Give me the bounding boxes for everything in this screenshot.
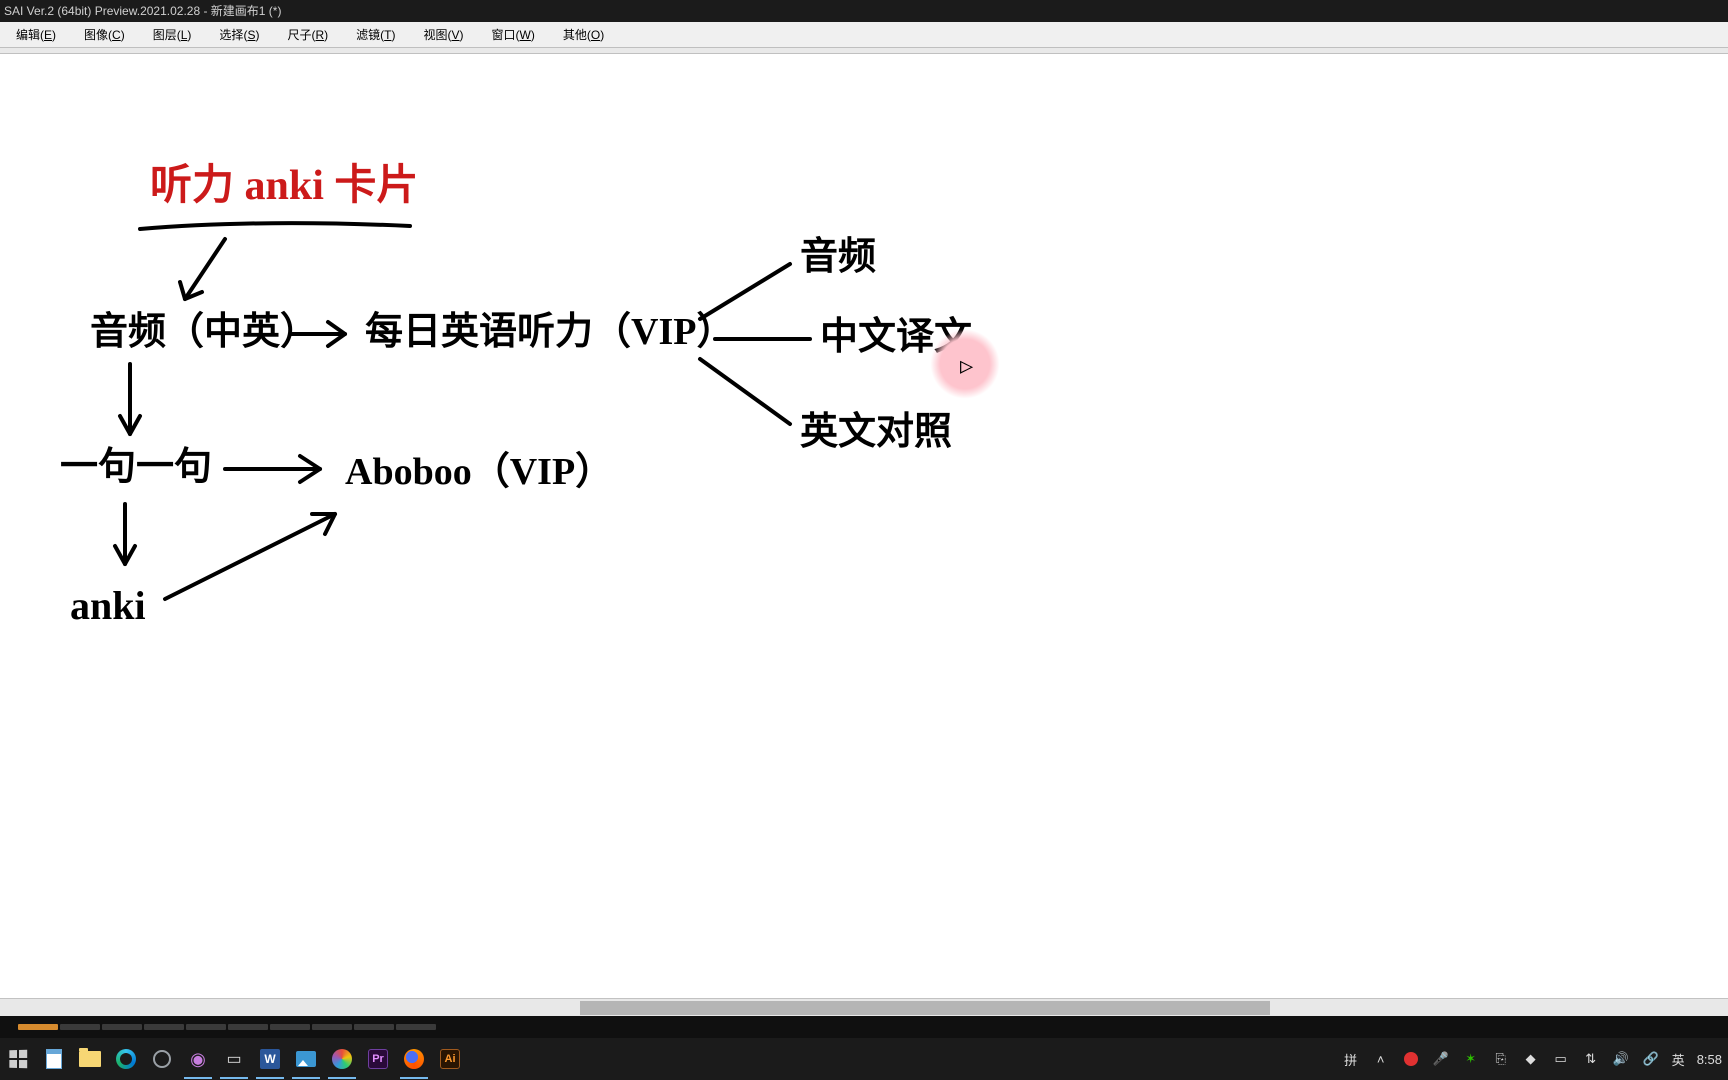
menu-window[interactable]: 窗口(W) <box>478 26 549 43</box>
tray-battery-icon[interactable]: ▭ <box>1552 1050 1570 1068</box>
system-tray: 拼 ˄ 🎤 ✶ ⎘ ◆ ▭ ⇅ 🔊 🔗 英 8:58 <box>1342 1050 1728 1069</box>
cortana-icon <box>153 1050 171 1068</box>
hand-aboboo: Aboboo（VIP） <box>345 451 613 493</box>
scrollbar-thumb[interactable] <box>580 1001 1270 1015</box>
tray-network-icon[interactable]: ⇅ <box>1582 1050 1600 1068</box>
taskbar: ◉ ▭ W Pr Ai 拼 ˄ 🎤 ✶ ⎘ ◆ ▭ ⇅ 🔊 🔗 英 8:58 <box>0 1038 1728 1080</box>
taskbar-app2[interactable]: ▭ <box>216 1039 252 1079</box>
winstrip-item[interactable] <box>270 1024 310 1030</box>
winstrip-active[interactable] <box>18 1024 58 1030</box>
horizontal-scrollbar[interactable] <box>0 998 1728 1016</box>
drawing-svg: 听力 anki 卡片 音频（中英） 每日英语听力（VIP） 音频 中文译文 英文… <box>0 54 1728 1016</box>
winstrip-item[interactable] <box>144 1024 184 1030</box>
tray-wechat-icon[interactable]: ✶ <box>1462 1050 1480 1068</box>
taskbar-word[interactable]: W <box>252 1039 288 1079</box>
taskbar-edge[interactable] <box>108 1039 144 1079</box>
windows-logo-icon <box>9 1050 27 1069</box>
winstrip-item[interactable] <box>102 1024 142 1030</box>
tray-mic-icon[interactable]: 🎤 <box>1432 1050 1450 1068</box>
hand-anki: anki <box>70 583 146 628</box>
word-icon: W <box>260 1049 280 1069</box>
firefox-icon <box>404 1049 424 1069</box>
taskbar-notepad[interactable] <box>36 1039 72 1079</box>
doc-icon: ▭ <box>226 1049 241 1069</box>
tray-clock[interactable]: 8:58 <box>1697 1052 1722 1067</box>
folder-icon <box>79 1051 101 1067</box>
winstrip-item[interactable] <box>354 1024 394 1030</box>
hand-audio: 音频 <box>800 236 876 278</box>
menu-filter[interactable]: 滤镜(T) <box>342 26 409 43</box>
taskbar-illustrator[interactable]: Ai <box>432 1039 468 1079</box>
sai-icon <box>332 1049 352 1069</box>
winstrip-item[interactable] <box>228 1024 268 1030</box>
winstrip-item[interactable] <box>60 1024 100 1030</box>
taskbar-app1[interactable]: ◉ <box>180 1039 216 1079</box>
notepad-icon <box>46 1049 62 1069</box>
taskbar-picture[interactable] <box>288 1039 324 1079</box>
globe-icon: ◉ <box>190 1049 206 1070</box>
canvas-area[interactable]: 听力 anki 卡片 音频（中英） 每日英语听力（VIP） 音频 中文译文 英文… <box>0 54 1728 1016</box>
taskbar-premiere[interactable]: Pr <box>360 1039 396 1079</box>
menu-layer[interactable]: 图层(L) <box>139 26 206 43</box>
menu-edit[interactable]: 编辑(E) <box>2 26 70 43</box>
menu-bar: 编辑(E) 图像(C) 图层(L) 选择(S) 尺子(R) 滤镜(T) 视图(V… <box>0 22 1728 48</box>
start-button[interactable] <box>0 1039 36 1079</box>
hand-en-compare: 英文对照 <box>800 411 952 453</box>
picture-icon <box>296 1051 316 1067</box>
window-title-text: SAI Ver.2 (64bit) Preview.2021.02.28 - 新… <box>4 4 281 18</box>
illustrator-icon: Ai <box>440 1049 460 1069</box>
cursor-icon: ▷ <box>960 354 970 379</box>
taskbar-explorer[interactable] <box>72 1039 108 1079</box>
tray-ime-icon[interactable]: 拼 <box>1342 1050 1360 1068</box>
taskbar-firefox[interactable] <box>396 1039 432 1079</box>
premiere-icon: Pr <box>368 1049 388 1069</box>
hand-daily-eng: 每日英语听力（VIP） <box>365 311 734 353</box>
menu-ruler[interactable]: 尺子(R) <box>273 26 342 43</box>
tray-wifi-icon[interactable]: ⎘ <box>1492 1050 1510 1068</box>
winstrip-item[interactable] <box>186 1024 226 1030</box>
taskbar-sai[interactable] <box>324 1039 360 1079</box>
window-titlebar: SAI Ver.2 (64bit) Preview.2021.02.28 - 新… <box>0 0 1728 22</box>
tray-app-icon[interactable]: ◆ <box>1522 1050 1540 1068</box>
tray-volume-icon[interactable]: 🔊 <box>1612 1050 1630 1068</box>
winstrip-item[interactable] <box>396 1024 436 1030</box>
menu-view[interactable]: 视图(V) <box>410 26 478 43</box>
menu-select[interactable]: 选择(S) <box>205 26 273 43</box>
tray-language[interactable]: 英 <box>1672 1050 1685 1069</box>
menu-other[interactable]: 其他(O) <box>549 26 618 43</box>
tray-link-icon[interactable]: 🔗 <box>1642 1050 1660 1068</box>
edge-icon <box>116 1049 136 1069</box>
hand-audio-cnen: 音频（中英） <box>90 311 318 353</box>
hand-title: 听力 anki 卡片 <box>150 162 418 209</box>
hand-sentence: 一句一句 <box>60 446 212 488</box>
tray-record-icon[interactable] <box>1402 1050 1420 1068</box>
winstrip-item[interactable] <box>312 1024 352 1030</box>
menu-image[interactable]: 图像(C) <box>70 26 139 43</box>
taskbar-cortana[interactable] <box>144 1039 180 1079</box>
tray-chevron-up-icon[interactable]: ˄ <box>1372 1050 1390 1068</box>
window-strip <box>0 1016 1728 1038</box>
